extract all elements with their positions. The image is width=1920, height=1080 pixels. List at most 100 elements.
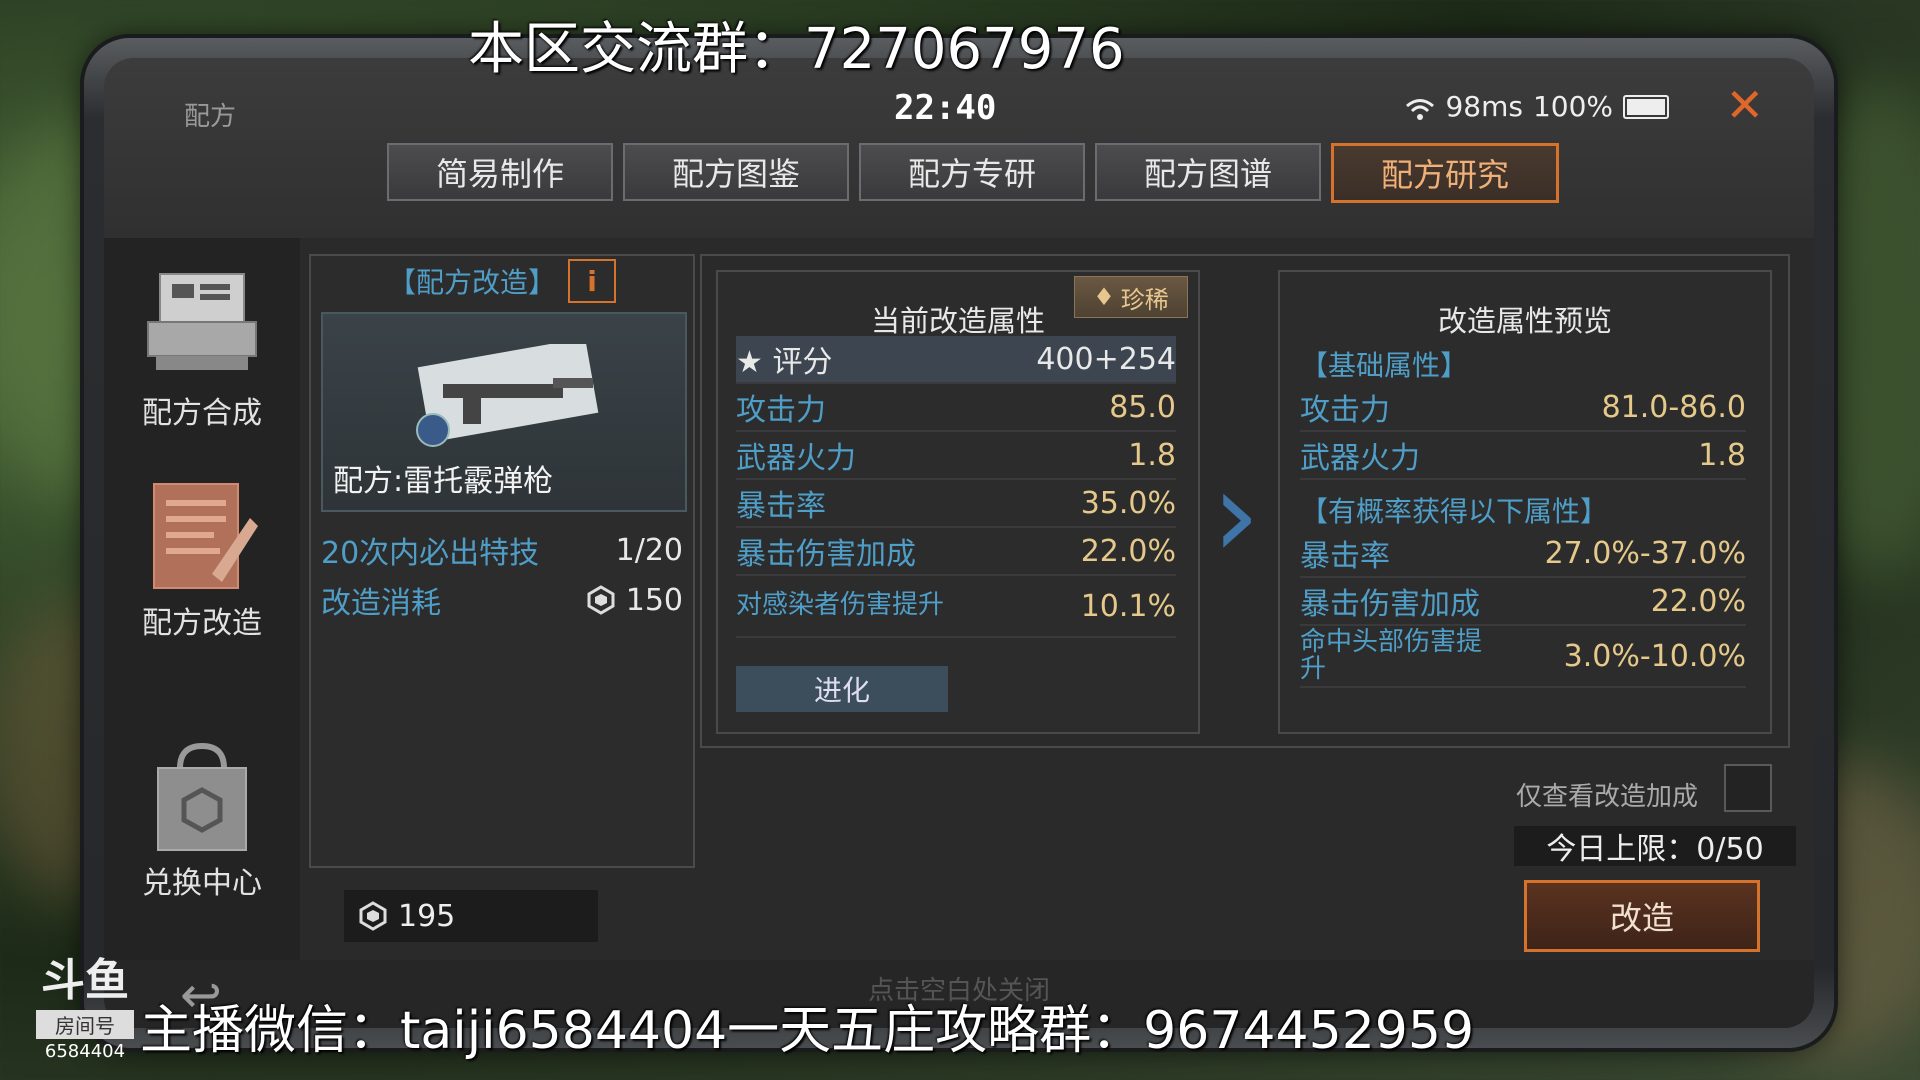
window-title: 配方 [184, 102, 237, 132]
stat-label: 攻击力 [736, 393, 826, 428]
preview-stat-row: 暴击伤害加成 22.0% [1300, 578, 1746, 626]
currency-value: 195 [398, 898, 456, 934]
stat-value: 27.0%-37.0% [1544, 535, 1746, 571]
douyu-logo: 斗鱼 [41, 955, 129, 1006]
tab-4[interactable]: 配方研究 [1331, 143, 1559, 203]
attributes-panel: 当前改造属性 ♦ 珍稀 ★ 评分 400+254 攻击力 85.0 武器火力 1.8 暴… [700, 254, 1790, 748]
guarantee-label: 20次内必出特技 [321, 536, 540, 571]
only-view-label: 仅查看改造加成 [1516, 782, 1699, 812]
stat-value: 81.0-86.0 [1601, 389, 1746, 425]
stat-label: 暴击伤害加成 [736, 537, 916, 572]
cost-row: 改造消耗 150 [321, 578, 683, 622]
sidebar-item-label: 兑换中心 [142, 866, 262, 901]
preview-stat-row: 暴击率 27.0%-37.0% [1300, 530, 1746, 578]
document-pen-icon [142, 478, 262, 589]
rarity-label: 珍稀 [1120, 285, 1169, 314]
preview-stat-row: 武器火力 1.8 [1300, 432, 1746, 480]
preview-stat-row: 攻击力 81.0-86.0 [1300, 384, 1746, 432]
current-stat-row: 武器火力 1.8 [736, 432, 1176, 480]
stat-value: 35.0% [1080, 485, 1176, 521]
close-icon[interactable]: ✕ [1725, 78, 1764, 132]
hex-token-icon [359, 901, 387, 931]
preview-stat-row: 命中头部伤害提升 3.0%-10.0% [1300, 626, 1746, 688]
current-stat-row: 攻击力 85.0 [736, 384, 1176, 432]
guarantee-row: 20次内必出特技 1/20 [321, 528, 683, 572]
stat-label: 命中头部伤害提升 [1300, 626, 1483, 684]
stat-value: 10.1% [1080, 588, 1176, 624]
current-stat-row: 暴击率 35.0% [736, 480, 1176, 528]
chance-section-label: 【有概率获得以下属性】 [1300, 495, 1609, 528]
recipe-name: 配方:雷托霰弹枪 [333, 464, 554, 499]
score-row: ★ 评分 400+254 [736, 336, 1176, 384]
rarity-badge: ♦ 珍稀 [1074, 276, 1188, 318]
battery-percent: 100% [1532, 90, 1613, 123]
tab-bar: 简易制作 配方图鉴 配方专研 配方图谱 配方研究 [387, 143, 1559, 203]
evolve-button[interactable]: 进化 [736, 666, 948, 712]
preview-attributes-title: 改造属性预览 [1437, 304, 1612, 338]
stat-label: 攻击力 [1300, 393, 1390, 428]
cost-label: 改造消耗 [321, 586, 441, 621]
tab-1[interactable]: 配方图鉴 [623, 143, 849, 201]
shopping-bag-icon [142, 738, 262, 851]
chevron-right-icon: › [1212, 446, 1260, 585]
stat-label: 武器火力 [736, 441, 856, 476]
wifi-icon [1405, 95, 1435, 120]
stat-value: 22.0% [1080, 533, 1176, 569]
tab-2[interactable]: 配方专研 [859, 143, 1085, 201]
clock: 22:40 [894, 88, 997, 128]
douyu-watermark: 斗鱼 房间号 6584404 [30, 944, 140, 1062]
recipe-panel-title: 【配方改造】 [387, 266, 556, 299]
sidebar: 配方合成 配方改造 兑换中心 [104, 238, 300, 1028]
sidebar-item-label: 配方合成 [142, 396, 262, 431]
stat-label: 暴击率 [736, 489, 826, 524]
cost-value: 150 [625, 582, 683, 618]
stream-overlay-top: 本区交流群：727067976 [468, 17, 1125, 82]
room-label: 房间号 [36, 1010, 134, 1039]
modify-button[interactable]: 改造 [1524, 880, 1760, 952]
guarantee-value: 1/20 [615, 532, 683, 568]
cost-value-group: 150 [586, 578, 683, 622]
daily-limit: 今日上限：0/50 [1514, 826, 1796, 867]
stat-label: 暴击伤害加成 [1300, 587, 1480, 622]
current-stat-row: 对感染者伤害提升 10.1% [736, 576, 1176, 638]
room-number: 6584404 [44, 1041, 126, 1062]
sidebar-item-label: 配方改造 [142, 606, 262, 641]
only-view-checkbox[interactable] [1724, 764, 1772, 812]
score-label-group: ★ 评分 [736, 337, 832, 381]
score-value: 400+254 [1036, 341, 1176, 377]
recipe-panel-header: 【配方改造】 i [311, 256, 693, 306]
stat-label: 武器火力 [1300, 441, 1420, 476]
sidebar-item-exchange-center[interactable]: 兑换中心 [104, 738, 300, 902]
stat-label: 对感染者伤害提升 [736, 590, 945, 621]
star-icon: ★ [736, 345, 773, 380]
stream-overlay-bottom: 主播微信：taiji6584404一天五庄攻略群：9674452959 [140, 1001, 1475, 1061]
current-attributes-box: 当前改造属性 ♦ 珍稀 ★ 评分 400+254 攻击力 85.0 武器火力 1.8 暴… [716, 270, 1200, 734]
stat-label: 暴击率 [1300, 539, 1390, 574]
recipe-card[interactable]: 配方:雷托霰弹枪 [321, 312, 687, 512]
hex-token-icon [587, 585, 615, 615]
game-screen: 配方 22:40 98ms 100% ✕ 简易制作 配方图鉴 配方专研 配方图谱 配方研… [104, 58, 1814, 1028]
stat-value: 1.8 [1128, 437, 1176, 473]
tablet-frame: 配方 22:40 98ms 100% ✕ 简易制作 配方图鉴 配方专研 配方图谱 配方研… [84, 38, 1834, 1048]
stat-value: 85.0 [1109, 389, 1176, 425]
ping-value: 98ms [1445, 90, 1523, 123]
current-stat-row: 暴击伤害加成 22.0% [736, 528, 1176, 576]
stat-value: 3.0%-10.0% [1563, 638, 1746, 674]
recipe-panel: 【配方改造】 i 配方:雷托霰弹枪 20次内必出特技 1/20 改造消耗 150 [309, 254, 695, 868]
shotgun-blueprint-image [416, 344, 599, 447]
gem-icon: ♦ [1093, 283, 1115, 311]
base-section-label: 【基础属性】 [1300, 349, 1469, 382]
printer-icon [142, 268, 262, 378]
battery-icon [1623, 94, 1669, 119]
status-bar: 98ms 100% [1405, 90, 1669, 123]
preview-attributes-box: 改造属性预览 【基础属性】 攻击力 81.0-86.0 武器火力 1.8 【有概率获得… [1278, 270, 1772, 734]
tab-0[interactable]: 简易制作 [387, 143, 613, 201]
info-button[interactable]: i [568, 259, 616, 303]
currency-balance: 195 [344, 890, 598, 942]
stat-value: 1.8 [1698, 437, 1746, 473]
sidebar-item-recipe-synthesis[interactable]: 配方合成 [104, 268, 300, 432]
sidebar-item-recipe-modify[interactable]: 配方改造 [104, 478, 300, 642]
score-label: 评分 [772, 345, 833, 380]
stat-value: 22.0% [1650, 583, 1746, 619]
tab-3[interactable]: 配方图谱 [1095, 143, 1321, 201]
